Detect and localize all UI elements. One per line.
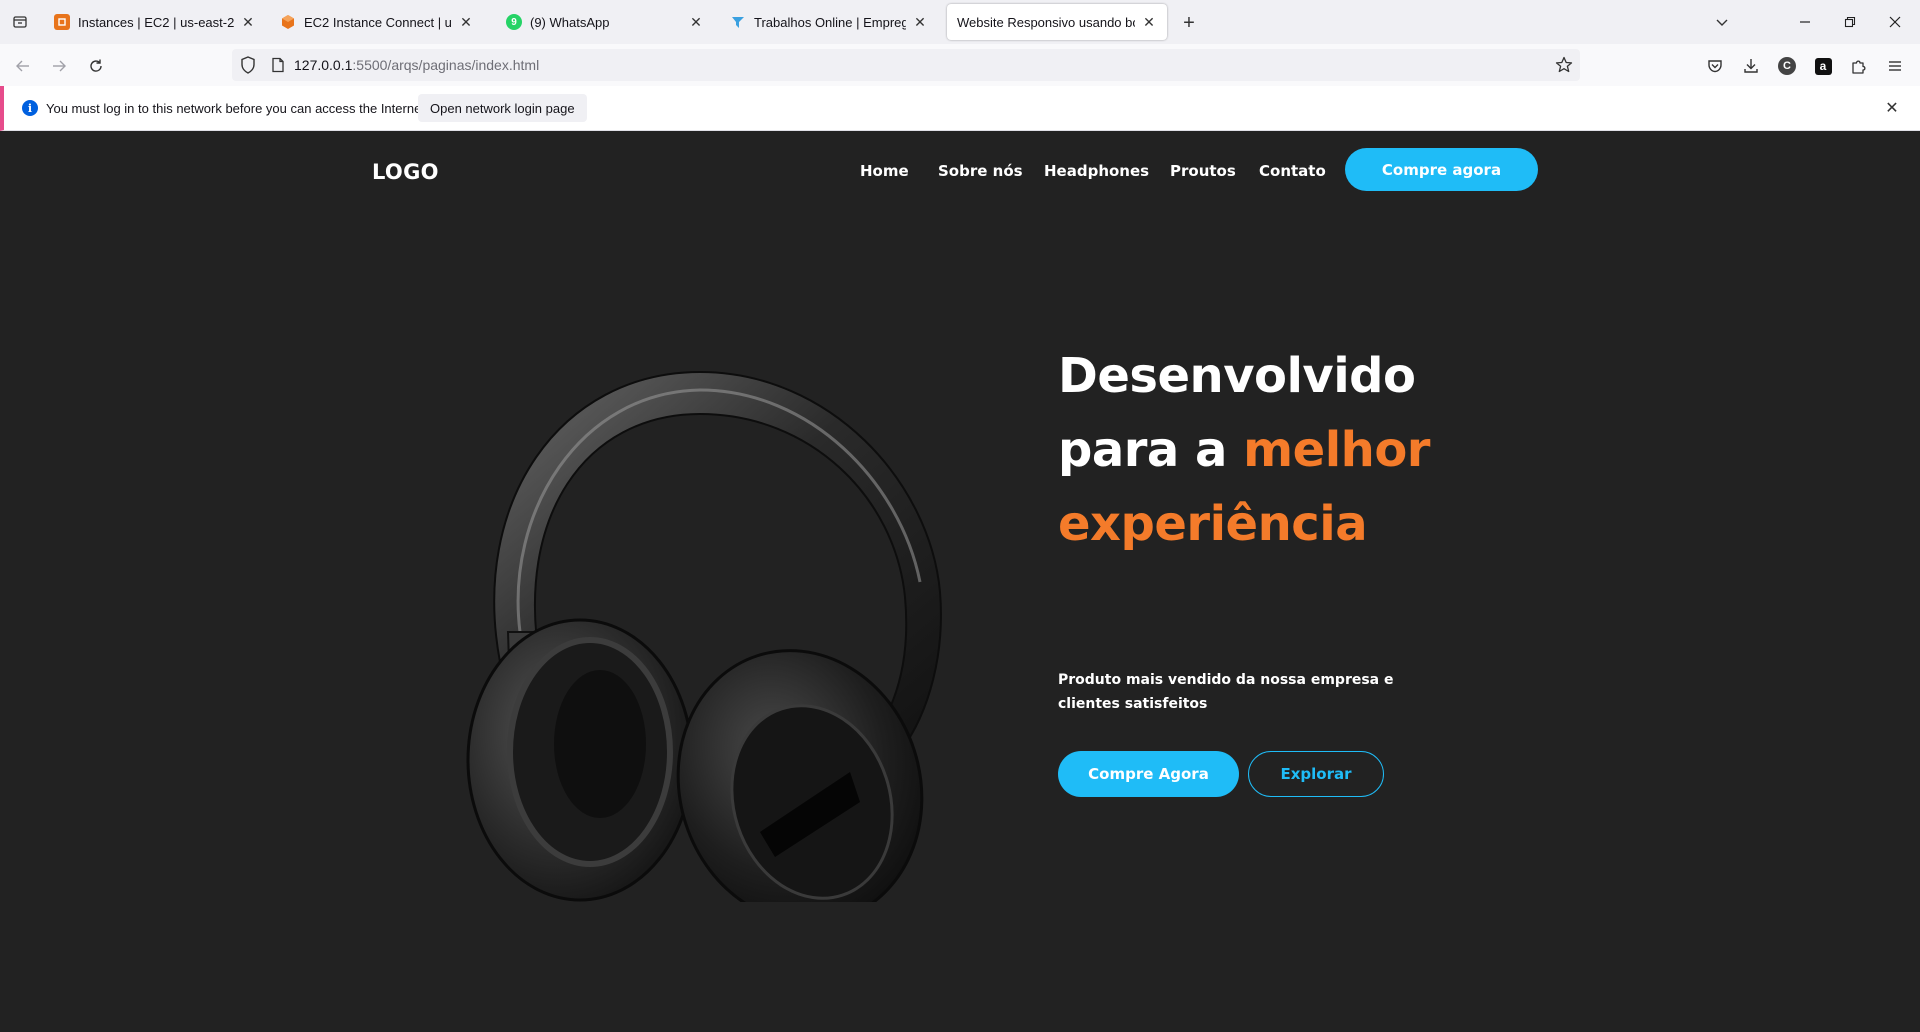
tab-website-responsivo[interactable]: Website Responsivo usando bootstrap ✕: [947, 4, 1167, 40]
buy-now-header-button[interactable]: Compre agora: [1345, 148, 1538, 191]
hero-title-highlight: experiência: [1058, 496, 1368, 552]
tab-trabalhos[interactable]: Trabalhos Online | Empregos de Freelance…: [720, 4, 938, 40]
tab-whatsapp[interactable]: 9 (9) WhatsApp ✕: [496, 4, 714, 40]
hero-title-plain: para a: [1058, 422, 1244, 478]
tab-title: EC2 Instance Connect | us-east-2: [304, 14, 452, 30]
tab-ec2-instances[interactable]: Instances | EC2 | us-east-2 ✕: [44, 4, 266, 40]
back-button[interactable]: [10, 53, 36, 79]
extension-c-button[interactable]: C: [1775, 54, 1799, 78]
url-bar[interactable]: 127.0.0.1:5500/arqs/paginas/index.html: [232, 49, 1580, 81]
captive-portal-notification: i You must log in to this network before…: [0, 86, 1920, 131]
nav-link-produtos[interactable]: Proutos: [1170, 162, 1236, 180]
amazon-extension-button[interactable]: a: [1811, 54, 1835, 78]
site-logo[interactable]: LOGO: [372, 160, 439, 184]
c-extension-icon: C: [1778, 57, 1796, 75]
minimize-icon: [1800, 21, 1810, 23]
pocket-button[interactable]: [1703, 54, 1727, 78]
tab-list-icon: [13, 16, 27, 28]
close-tab-icon[interactable]: ✕: [912, 14, 928, 30]
nav-link-headphones[interactable]: Headphones: [1044, 162, 1149, 180]
aws-ec2-icon: [54, 14, 70, 30]
explore-button[interactable]: Explorar: [1248, 751, 1384, 797]
list-all-tabs-button[interactable]: [1710, 10, 1734, 34]
nav-link-contato[interactable]: Contato: [1259, 162, 1326, 180]
pocket-icon: [1708, 60, 1722, 73]
hamburger-menu-icon: [1889, 61, 1901, 71]
download-icon: [1744, 59, 1758, 73]
close-tab-icon[interactable]: ✕: [458, 14, 474, 30]
website-page: LOGO Home Sobre nós Headphones Proutos C…: [0, 132, 1920, 1032]
restore-button[interactable]: [1838, 10, 1862, 34]
tab-title: Trabalhos Online | Empregos de Freelance: [754, 14, 906, 30]
extensions-button[interactable]: [1847, 54, 1871, 78]
restore-icon: [1844, 16, 1856, 28]
forward-button[interactable]: [46, 53, 72, 79]
tab-list-button[interactable]: [6, 10, 34, 34]
arrow-left-icon: [16, 60, 29, 72]
bookmark-star-icon[interactable]: [1554, 55, 1574, 80]
chevron-down-icon: [1716, 19, 1728, 26]
tab-title: Website Responsivo usando bootstrap: [957, 14, 1135, 30]
workana-icon: [730, 14, 746, 30]
close-window-button[interactable]: [1883, 10, 1907, 34]
hero-title-line-2: para a melhor: [1058, 422, 1430, 478]
hero-title-highlight: melhor: [1243, 422, 1430, 478]
close-icon: [1889, 16, 1901, 28]
new-tab-button[interactable]: +: [1178, 12, 1200, 34]
close-tab-icon[interactable]: ✕: [240, 14, 256, 30]
close-tab-icon[interactable]: ✕: [688, 14, 704, 30]
hero-title-line-1: Desenvolvido: [1058, 348, 1416, 404]
url-text[interactable]: 127.0.0.1:5500/arqs/paginas/index.html: [294, 57, 539, 73]
hero-subtitle: Produto mais vendido da nossa empresa e …: [1058, 672, 1394, 712]
puzzle-icon: [1852, 60, 1866, 74]
downloads-button[interactable]: [1739, 54, 1763, 78]
open-login-page-button[interactable]: Open network login page: [418, 94, 587, 122]
close-tab-icon[interactable]: ✕: [1141, 14, 1157, 30]
reload-button[interactable]: [83, 53, 109, 79]
browser-nav-bar: 127.0.0.1:5500/arqs/paginas/index.html C…: [0, 44, 1920, 86]
headphones-image: [466, 370, 942, 902]
shield-icon[interactable]: [238, 55, 258, 80]
browser-tab-bar: Instances | EC2 | us-east-2 ✕ EC2 Instan…: [0, 0, 1920, 44]
arrow-right-icon: [53, 60, 66, 72]
url-host: 127.0.0.1: [294, 57, 353, 73]
info-icon: i: [22, 100, 38, 116]
url-path: :5500/arqs/paginas/index.html: [352, 57, 540, 73]
nav-link-sobre-nos[interactable]: Sobre nós: [938, 162, 1023, 180]
notice-message: You must log in to this network before y…: [46, 101, 429, 116]
reload-icon: [90, 59, 102, 72]
tab-title: Instances | EC2 | us-east-2: [78, 14, 234, 30]
app-menu-button[interactable]: [1883, 54, 1907, 78]
minimize-button[interactable]: [1793, 10, 1817, 34]
amazon-icon: a: [1814, 57, 1832, 75]
whatsapp-icon: 9: [506, 14, 522, 30]
aws-cube-icon: [280, 14, 296, 30]
buy-now-button[interactable]: Compre Agora: [1058, 751, 1239, 797]
tab-ec2-connect[interactable]: EC2 Instance Connect | us-east-2 ✕: [270, 4, 484, 40]
nav-link-home[interactable]: Home: [860, 162, 909, 180]
close-icon[interactable]: ✕: [1882, 98, 1902, 118]
page-info-icon[interactable]: [270, 57, 286, 78]
hero-title-line-3: experiência: [1058, 496, 1368, 552]
tab-title: (9) WhatsApp: [530, 14, 610, 30]
